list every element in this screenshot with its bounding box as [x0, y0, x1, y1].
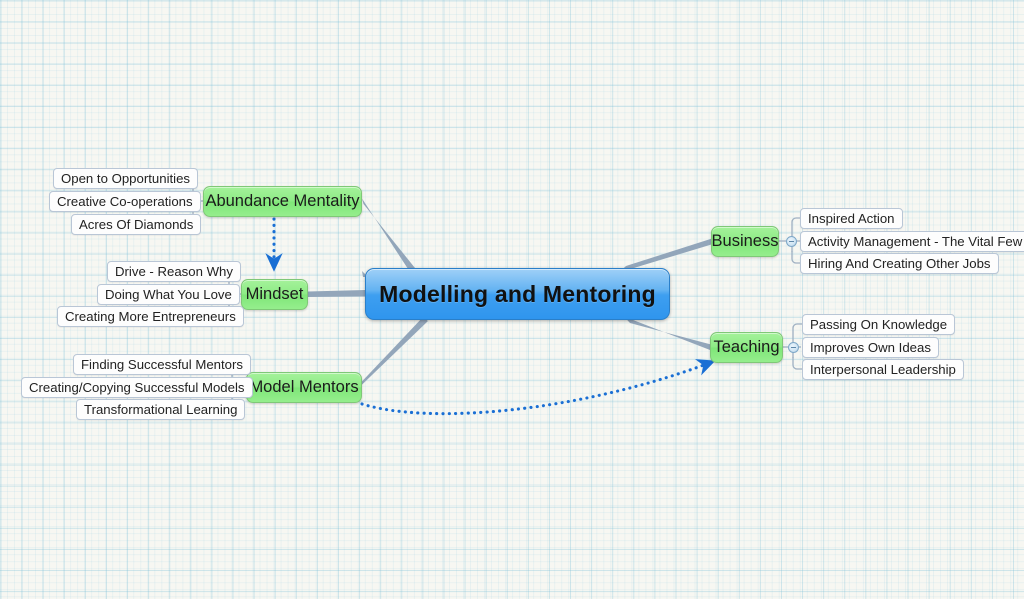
leaf-node[interactable]: Finding Successful Mentors — [73, 354, 251, 375]
branch-node-mindset[interactable]: Mindset — [241, 279, 308, 310]
root-node[interactable]: Modelling and Mentoring — [365, 268, 670, 320]
leaf-node[interactable]: Hiring And Creating Other Jobs — [800, 253, 999, 274]
leaf-node[interactable]: Open to Opportunities — [53, 168, 199, 189]
root-node-label: Modelling and Mentoring — [379, 280, 656, 307]
toggle-teaching[interactable] — [788, 342, 799, 353]
branch-label-mindset: Mindset — [245, 285, 304, 303]
leaf-label: Acres Of Diamonds — [79, 217, 194, 232]
leaf-node[interactable]: Creating/Copying Successful Models — [21, 377, 253, 398]
leaf-node[interactable]: Activity Management - The Vital Few — [800, 231, 1024, 252]
leaf-node[interactable]: Interpersonal Leadership — [802, 359, 964, 380]
mindmap-canvas[interactable]: Modelling and Mentoring Abundance Mental… — [0, 0, 1024, 599]
leaf-node[interactable]: Drive - Reason Why — [107, 261, 241, 282]
leaf-node[interactable]: Passing On Knowledge — [802, 314, 956, 335]
toggle-business[interactable] — [786, 236, 797, 247]
branch-node-business[interactable]: Business — [711, 226, 779, 257]
relation-mentors-to-teaching — [360, 359, 716, 416]
leaf-node[interactable]: Doing What You Love — [97, 284, 240, 305]
leaf-label: Transformational Learning — [84, 402, 238, 417]
branch-node-teaching[interactable]: Teaching — [710, 332, 783, 363]
branch-node-model-mentors[interactable]: Model Mentors — [246, 372, 362, 403]
link-mindset-root — [308, 290, 365, 297]
leaf-label: Hiring And Creating Other Jobs — [808, 256, 991, 271]
leaf-node[interactable]: Acres Of Diamonds — [71, 214, 202, 235]
leaf-node[interactable]: Inspired Action — [800, 208, 903, 229]
link-root-teaching — [624, 316, 711, 350]
leaf-label: Interpersonal Leadership — [810, 362, 956, 377]
leaf-label: Creating/Copying Successful Models — [29, 380, 245, 395]
leaf-label: Creative Co-operations — [57, 194, 193, 209]
leaf-node[interactable]: Creating More Entrepreneurs — [57, 306, 244, 327]
branch-label-teaching: Teaching — [713, 338, 780, 356]
leaf-label: Activity Management - The Vital Few — [808, 234, 1023, 249]
leaf-node[interactable]: Transformational Learning — [76, 399, 246, 420]
leaf-label: Finding Successful Mentors — [81, 357, 243, 372]
branch-label-abundance-mentality: Abundance Mentality — [205, 192, 360, 210]
link-mentors-root — [358, 317, 428, 389]
branch-label-business: Business — [711, 232, 779, 250]
leaf-node[interactable]: Creative Co-operations — [49, 191, 201, 212]
link-abundance-root — [362, 198, 417, 272]
branch-node-abundance-mentality[interactable]: Abundance Mentality — [203, 186, 362, 217]
leaf-label: Doing What You Love — [105, 287, 232, 302]
leaf-label: Passing On Knowledge — [810, 317, 948, 332]
leaf-label: Creating More Entrepreneurs — [65, 309, 236, 324]
leaf-node[interactable]: Improves Own Ideas — [802, 337, 939, 358]
leaf-label: Drive - Reason Why — [115, 264, 233, 279]
branch-label-model-mentors: Model Mentors — [249, 378, 359, 396]
leaf-label: Open to Opportunities — [61, 171, 191, 186]
leaf-label: Improves Own Ideas — [810, 340, 931, 355]
leaf-label: Inspired Action — [808, 211, 895, 226]
